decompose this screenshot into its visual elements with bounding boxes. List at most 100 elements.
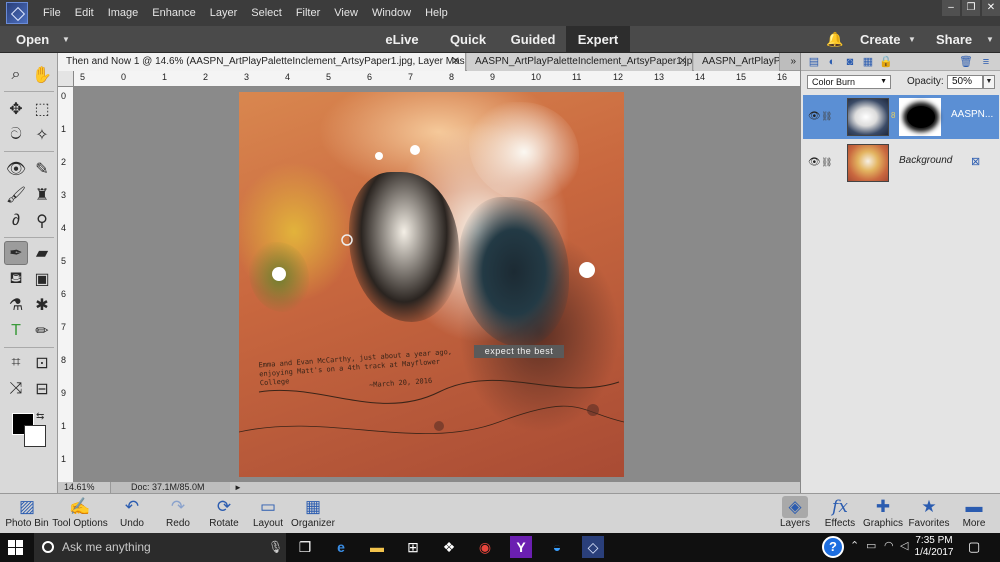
lasso-tool-icon[interactable]: ට	[4, 123, 28, 147]
straighten-tool-icon[interactable]: ⊟	[30, 377, 54, 401]
zoom-level[interactable]: 14.61%	[64, 482, 95, 493]
effects-button[interactable]: fx Effects	[820, 496, 860, 530]
help-icon[interactable]: ?	[822, 536, 844, 558]
menu-layer[interactable]: Layer	[203, 0, 245, 26]
doc-tab-active[interactable]: Then and Now 1 @ 14.6% (AASPN_ArtPlayPal…	[58, 53, 466, 71]
doc-info-arrow-icon[interactable]: ►	[234, 482, 242, 493]
layer-mask-thumbnail[interactable]	[899, 98, 941, 136]
close-tab-icon[interactable]: ✕	[679, 53, 687, 71]
graphics-button[interactable]: ✚ Graphics	[862, 496, 904, 530]
notification-center-icon[interactable]: ▢	[968, 539, 980, 555]
visibility-eye-icon[interactable]: 👁	[808, 111, 821, 122]
microphone-icon[interactable]: 🎙	[268, 540, 283, 554]
tray-chevron-icon[interactable]: ⌃	[850, 539, 859, 552]
store-icon[interactable]: ⊞	[402, 536, 424, 558]
menu-filter[interactable]: Filter	[289, 0, 327, 26]
spot-healing-tool-icon[interactable]: ✎	[30, 157, 54, 181]
close-tab-icon[interactable]: ✕	[452, 53, 460, 71]
content-aware-move-tool-icon[interactable]: ⤨	[4, 377, 28, 401]
link-icon[interactable]: ⛓	[821, 111, 832, 122]
photoshop-elements-taskbar-icon[interactable]: ◇	[582, 536, 604, 558]
type-tool-icon[interactable]: T	[4, 319, 28, 343]
canvas-area[interactable]: Emma and Evan McCarthy, just about a yea…	[74, 87, 800, 482]
menu-view[interactable]: View	[327, 0, 365, 26]
mask-link-icon[interactable]: 8	[891, 111, 895, 120]
panel-menu-icon[interactable]: ≡	[979, 55, 993, 69]
background-color-swatch[interactable]	[24, 425, 46, 447]
menu-select[interactable]: Select	[244, 0, 289, 26]
redo-button[interactable]: ↷ Redo	[158, 496, 198, 530]
menu-file[interactable]: File	[36, 0, 68, 26]
layer-row[interactable]: 👁 ⛓ Background ⊠	[803, 141, 999, 185]
wifi-icon[interactable]: ◠	[884, 539, 894, 552]
battery-icon[interactable]: ▭	[866, 539, 876, 552]
share-button[interactable]: Share	[936, 26, 972, 53]
add-mask-icon[interactable]: ◙	[843, 55, 857, 69]
layers-button[interactable]: ◈ Layers	[776, 496, 814, 530]
favorites-button[interactable]: ★ Favorites	[906, 496, 952, 530]
opacity-dropdown-icon[interactable]: ▼	[983, 75, 995, 89]
opacity-input[interactable]: 50%	[947, 75, 983, 89]
tool-options-button[interactable]: ✍ Tool Options	[52, 496, 108, 530]
edge-browser-icon[interactable]: e	[330, 536, 352, 558]
tab-elive[interactable]: eLive	[376, 26, 428, 53]
minimize-button[interactable]: –	[942, 0, 960, 16]
menu-image[interactable]: Image	[101, 0, 146, 26]
new-layer-icon[interactable]: ▤	[807, 55, 821, 69]
delete-layer-icon[interactable]: 🗑	[959, 55, 973, 69]
menu-enhance[interactable]: Enhance	[145, 0, 202, 26]
brush-tool-icon[interactable]: ✒	[4, 241, 28, 265]
move-tool-icon[interactable]: ✥	[4, 97, 28, 121]
custom-shape-tool-icon[interactable]: ✱	[30, 293, 54, 317]
yahoo-icon[interactable]: Y	[510, 536, 532, 558]
taskbar-search[interactable]: Ask me anything 🎙	[34, 533, 286, 562]
steam-app-icon[interactable]: ◒	[546, 536, 568, 558]
magic-wand-tool-icon[interactable]: ✧	[30, 123, 54, 147]
document-canvas[interactable]: Emma and Evan McCarthy, just about a yea…	[239, 92, 624, 477]
layout-button[interactable]: ▭ Layout	[248, 496, 288, 530]
share-dropdown-icon[interactable]: ▼	[986, 26, 994, 53]
pencil-tool-icon[interactable]: ✏	[30, 319, 54, 343]
tab-quick[interactable]: Quick	[440, 26, 496, 53]
doc-tab[interactable]: AASPN_ArtPlayPa	[694, 53, 780, 71]
photo-bin-button[interactable]: ▨ Photo Bin	[4, 496, 50, 530]
create-dropdown-icon[interactable]: ▼	[908, 26, 916, 53]
layer-row[interactable]: 👁 ⛓ 8 AASPN...	[803, 95, 999, 139]
system-clock[interactable]: 7:35 PM 1/4/2017	[912, 535, 956, 559]
task-view-icon[interactable]: ❐	[294, 536, 316, 558]
volume-icon[interactable]: ◁	[900, 539, 908, 552]
windows-start-icon[interactable]	[8, 540, 23, 555]
chrome-icon[interactable]: ◉	[474, 536, 496, 558]
blur-tool-icon[interactable]: ∂	[4, 209, 28, 233]
crop-tool-icon[interactable]: ⌗	[4, 351, 28, 375]
marquee-tool-icon[interactable]: ⬚	[30, 97, 54, 121]
dropbox-icon[interactable]: ❖	[438, 536, 460, 558]
gradient-tool-icon[interactable]: ▣	[30, 267, 54, 291]
clone-stamp-tool-icon[interactable]: ♜	[30, 183, 54, 207]
smart-brush-tool-icon[interactable]: 🖌	[4, 183, 28, 207]
open-button[interactable]: Open	[16, 26, 49, 53]
sponge-tool-icon[interactable]: ⚲	[30, 209, 54, 233]
lock-all-icon[interactable]: 🔒	[879, 55, 893, 69]
undo-button[interactable]: ↶ Undo	[112, 496, 152, 530]
visibility-eye-icon[interactable]: 👁	[808, 157, 821, 168]
paint-bucket-tool-icon[interactable]: ⛾	[4, 267, 28, 291]
doc-tab[interactable]: AASPN_ArtPlayPaletteInclement_ArtsyPaper…	[467, 53, 693, 71]
open-dropdown-icon[interactable]: ▼	[62, 26, 70, 53]
tab-expert[interactable]: Expert	[566, 26, 630, 53]
file-explorer-icon[interactable]: ▬	[366, 536, 388, 558]
restore-button[interactable]: ❐	[962, 0, 980, 16]
blend-mode-select[interactable]: Color Burn ▼	[807, 75, 891, 89]
rotate-button[interactable]: ⟳ Rotate	[204, 496, 244, 530]
organizer-button[interactable]: ▦ Organizer	[290, 496, 336, 530]
new-adjustment-layer-icon[interactable]: ◐	[825, 55, 839, 69]
menu-window[interactable]: Window	[365, 0, 418, 26]
hand-tool-icon[interactable]: ✋	[30, 63, 54, 87]
lock-transparent-icon[interactable]: ▦	[861, 55, 875, 69]
eraser-tool-icon[interactable]: ▰	[30, 241, 54, 265]
red-eye-tool-icon[interactable]: 👁	[4, 157, 28, 181]
swap-colors-icon[interactable]: ⇆	[36, 411, 44, 422]
recompose-tool-icon[interactable]: ⊡	[30, 351, 54, 375]
tab-guided[interactable]: Guided	[502, 26, 564, 53]
menu-edit[interactable]: Edit	[68, 0, 101, 26]
